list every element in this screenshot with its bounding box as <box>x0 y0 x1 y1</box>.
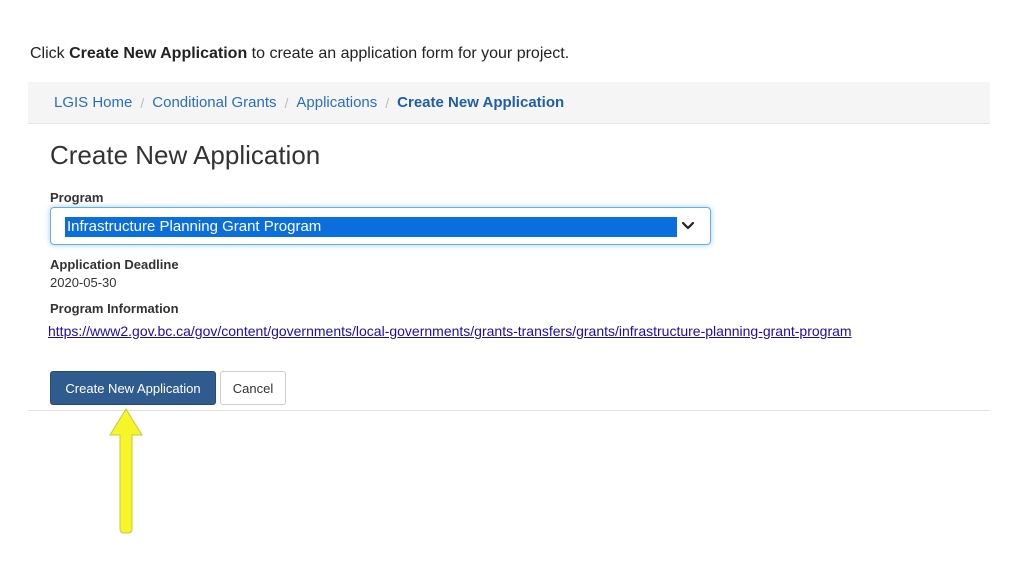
breadcrumb-conditional-grants[interactable]: Conditional Grants <box>152 94 276 111</box>
create-new-application-button[interactable]: Create New Application <box>50 371 216 405</box>
instruction-bold: Create New Application <box>69 45 248 62</box>
breadcrumb-lgis-home[interactable]: LGIS Home <box>54 94 132 111</box>
program-select[interactable]: Infrastructure Planning Grant Program <box>50 207 711 245</box>
program-info-label: Program Information <box>50 301 179 316</box>
up-arrow-icon <box>109 408 143 534</box>
deadline-label: Application Deadline <box>50 257 179 272</box>
deadline-value: 2020-05-30 <box>50 275 117 290</box>
breadcrumb-separator: / <box>385 94 390 111</box>
instruction-text: Click Create New Application to create a… <box>30 45 569 63</box>
chevron-down-icon <box>681 221 695 230</box>
page-title: Create New Application <box>50 140 321 170</box>
program-info-link[interactable]: https://www2.gov.bc.ca/gov/content/gover… <box>48 323 852 339</box>
breadcrumb-separator: / <box>284 94 289 111</box>
instruction-suffix: to create an application form for your p… <box>247 45 570 62</box>
program-selected-value: Infrastructure Planning Grant Program <box>65 217 677 237</box>
breadcrumb-current: Create New Application <box>397 94 565 111</box>
program-label: Program <box>50 190 104 205</box>
breadcrumb-applications[interactable]: Applications <box>296 94 377 111</box>
cancel-button[interactable]: Cancel <box>220 371 286 405</box>
breadcrumb: LGIS Home / Conditional Grants / Applica… <box>28 82 990 124</box>
instruction-prefix: Click <box>30 45 70 62</box>
divider <box>28 410 990 411</box>
breadcrumb-separator: / <box>140 94 145 111</box>
